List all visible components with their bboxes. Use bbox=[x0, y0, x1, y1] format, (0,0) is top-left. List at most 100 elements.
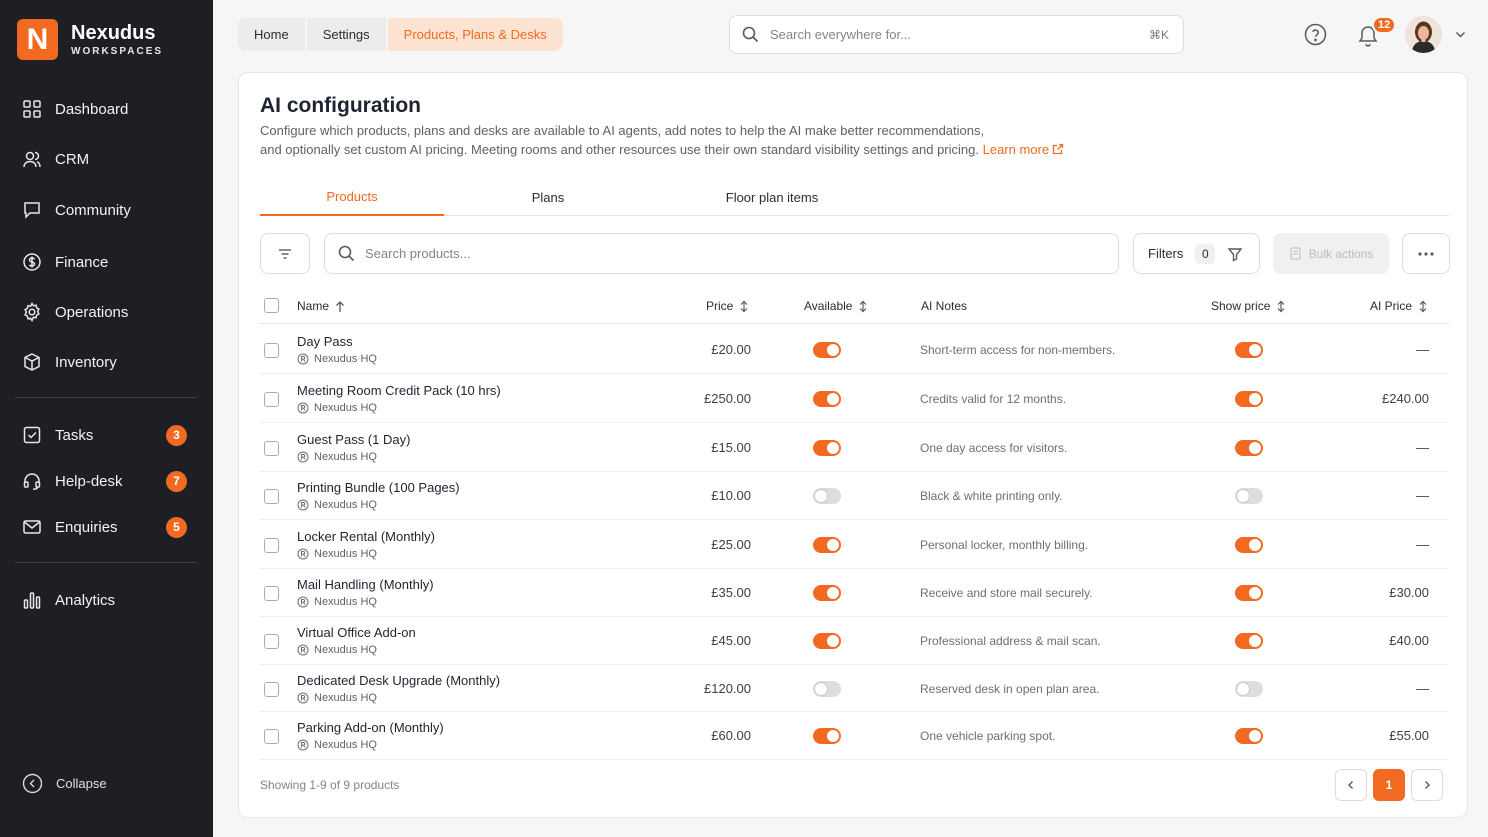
sidebar-item-finance[interactable]: Finance bbox=[22, 248, 192, 276]
sidebar-item-enquiries[interactable]: Enquiries 5 bbox=[22, 513, 192, 541]
available-toggle[interactable] bbox=[813, 391, 841, 407]
available-toggle[interactable] bbox=[813, 585, 841, 601]
column-price[interactable]: Price bbox=[706, 288, 749, 324]
filters-button[interactable]: Filters 0 bbox=[1133, 233, 1260, 274]
sidebar-item-inventory[interactable]: Inventory bbox=[22, 348, 192, 376]
ai-note[interactable]: One vehicle parking spot. bbox=[920, 729, 1055, 743]
ai-note[interactable]: Professional address & mail scan. bbox=[920, 634, 1101, 648]
chat-icon bbox=[24, 202, 40, 219]
column-show-price[interactable]: Show price bbox=[1211, 288, 1286, 324]
product-name[interactable]: Day Pass bbox=[297, 334, 353, 349]
product-name[interactable]: Virtual Office Add-on bbox=[297, 625, 416, 640]
row-checkbox[interactable] bbox=[264, 682, 279, 697]
row-checkbox[interactable] bbox=[264, 489, 279, 504]
ai-note[interactable]: Short-term access for non-members. bbox=[920, 343, 1115, 357]
sidebar-item-crm[interactable]: CRM bbox=[22, 145, 192, 173]
help-icon[interactable] bbox=[1304, 23, 1327, 46]
ai-note[interactable]: Reserved desk in open plan area. bbox=[920, 682, 1099, 696]
available-toggle[interactable] bbox=[813, 440, 841, 456]
sidebar: N Nexudus WORKSPACES Dashboard CRM Commu… bbox=[0, 0, 213, 837]
learn-more-link[interactable]: Learn more bbox=[983, 142, 1064, 157]
ai-price[interactable]: £240.00 bbox=[1382, 391, 1429, 406]
filter-toggle-button[interactable] bbox=[260, 233, 310, 274]
chevron-right-icon bbox=[1425, 781, 1430, 789]
row-checkbox[interactable] bbox=[264, 586, 279, 601]
bulk-actions-button[interactable]: Bulk actions bbox=[1273, 233, 1389, 274]
next-page-button[interactable] bbox=[1411, 769, 1443, 801]
product-name[interactable]: Printing Bundle (100 Pages) bbox=[297, 480, 460, 495]
ai-note[interactable]: Personal locker, monthly billing. bbox=[920, 538, 1088, 552]
ai-note[interactable]: Black & white printing only. bbox=[920, 489, 1063, 503]
tab-products[interactable]: Products bbox=[260, 179, 444, 216]
breadcrumb-home[interactable]: Home bbox=[238, 18, 305, 51]
location-label: Nexudus HQ bbox=[314, 451, 377, 463]
sidebar-item-dashboard[interactable]: Dashboard bbox=[22, 95, 192, 123]
show-price-toggle[interactable] bbox=[1235, 537, 1263, 553]
product-name[interactable]: Locker Rental (Monthly) bbox=[297, 529, 435, 544]
ai-price[interactable]: — bbox=[1416, 488, 1429, 503]
avatar[interactable] bbox=[1405, 16, 1442, 53]
global-search[interactable]: ⌘K bbox=[729, 15, 1184, 54]
row-checkbox[interactable] bbox=[264, 392, 279, 407]
ai-price[interactable]: — bbox=[1416, 440, 1429, 455]
breadcrumb-current[interactable]: Products, Plans & Desks bbox=[387, 18, 563, 51]
row-checkbox[interactable] bbox=[264, 634, 279, 649]
more-options-button[interactable] bbox=[1402, 233, 1450, 274]
available-toggle[interactable] bbox=[813, 633, 841, 649]
sidebar-item-tasks[interactable]: Tasks 3 bbox=[22, 421, 192, 449]
available-toggle[interactable] bbox=[813, 728, 841, 744]
show-price-toggle[interactable] bbox=[1235, 488, 1263, 504]
available-toggle[interactable] bbox=[813, 488, 841, 504]
column-ai-price[interactable]: AI Price bbox=[1370, 288, 1428, 324]
product-location: Nexudus HQ bbox=[297, 596, 377, 608]
row-checkbox[interactable] bbox=[264, 538, 279, 553]
ai-price[interactable]: £30.00 bbox=[1389, 585, 1429, 600]
tab-floor-plan-items[interactable]: Floor plan items bbox=[652, 179, 892, 216]
sidebar-item-analytics[interactable]: Analytics bbox=[22, 586, 192, 614]
column-available[interactable]: Available bbox=[804, 288, 868, 324]
sidebar-item-community[interactable]: Community bbox=[22, 196, 192, 224]
show-price-toggle[interactable] bbox=[1235, 728, 1263, 744]
product-name[interactable]: Parking Add-on (Monthly) bbox=[297, 720, 444, 735]
ai-note[interactable]: Receive and store mail securely. bbox=[920, 586, 1093, 600]
product-name[interactable]: Dedicated Desk Upgrade (Monthly) bbox=[297, 673, 500, 688]
available-toggle[interactable] bbox=[813, 537, 841, 553]
ai-price[interactable]: — bbox=[1416, 537, 1429, 552]
column-label: AI Notes bbox=[921, 299, 968, 313]
show-price-toggle[interactable] bbox=[1235, 342, 1263, 358]
ai-price[interactable]: £40.00 bbox=[1389, 633, 1429, 648]
product-search[interactable] bbox=[324, 233, 1119, 274]
available-toggle[interactable] bbox=[813, 342, 841, 358]
product-name[interactable]: Mail Handling (Monthly) bbox=[297, 577, 434, 592]
show-price-toggle[interactable] bbox=[1235, 440, 1263, 456]
prev-page-button[interactable] bbox=[1335, 769, 1367, 801]
ai-note[interactable]: One day access for visitors. bbox=[920, 441, 1067, 455]
available-toggle[interactable] bbox=[813, 681, 841, 697]
ai-price[interactable]: — bbox=[1416, 342, 1429, 357]
ai-price[interactable]: £55.00 bbox=[1389, 728, 1429, 743]
collapse-button[interactable]: Collapse bbox=[22, 773, 107, 794]
tab-plans[interactable]: Plans bbox=[444, 179, 652, 216]
ai-note[interactable]: Credits valid for 12 months. bbox=[920, 392, 1066, 406]
column-name[interactable]: Name bbox=[297, 288, 345, 324]
sidebar-item-help-desk[interactable]: Help-desk 7 bbox=[22, 467, 192, 495]
select-all-checkbox[interactable] bbox=[264, 298, 279, 313]
page-button-current[interactable]: 1 bbox=[1373, 769, 1405, 801]
product-name[interactable]: Meeting Room Credit Pack (10 hrs) bbox=[297, 383, 501, 398]
global-search-input[interactable] bbox=[770, 27, 1149, 42]
chevron-down-icon[interactable] bbox=[1454, 28, 1467, 41]
row-checkbox[interactable] bbox=[264, 729, 279, 744]
product-search-input[interactable] bbox=[365, 246, 1118, 261]
row-checkbox[interactable] bbox=[264, 441, 279, 456]
logo[interactable]: N Nexudus WORKSPACES bbox=[17, 19, 163, 60]
show-price-toggle[interactable] bbox=[1235, 681, 1263, 697]
show-price-toggle[interactable] bbox=[1235, 391, 1263, 407]
row-checkbox[interactable] bbox=[264, 343, 279, 358]
column-label: Name bbox=[297, 299, 330, 313]
ai-price[interactable]: — bbox=[1416, 681, 1429, 696]
show-price-toggle[interactable] bbox=[1235, 585, 1263, 601]
breadcrumb-settings[interactable]: Settings bbox=[306, 18, 386, 51]
sidebar-item-operations[interactable]: Operations bbox=[22, 298, 192, 326]
product-name[interactable]: Guest Pass (1 Day) bbox=[297, 432, 410, 447]
show-price-toggle[interactable] bbox=[1235, 633, 1263, 649]
